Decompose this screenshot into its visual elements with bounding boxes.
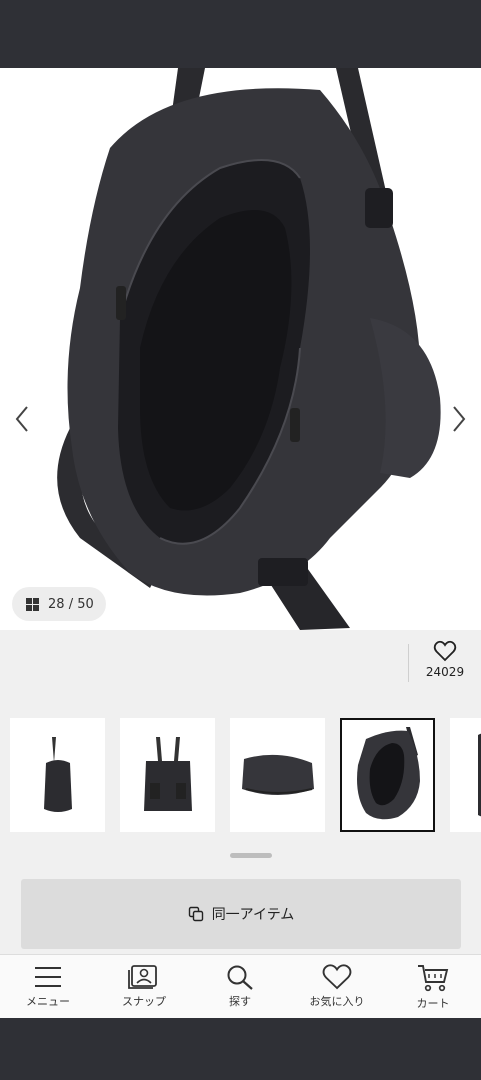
tab-menu[interactable]: メニュー — [3, 964, 93, 1009]
thumbnail-image — [241, 754, 314, 795]
tab-label: お気に入り — [309, 995, 365, 1008]
chevron-right-icon — [453, 406, 466, 432]
previous-image-button[interactable] — [8, 402, 36, 436]
thumbnail-strip[interactable] — [10, 718, 481, 832]
product-image-gallery[interactable]: 28 / 50 — [0, 68, 481, 630]
thumbnail-item[interactable] — [10, 718, 105, 832]
drag-handle[interactable] — [230, 853, 272, 858]
favorite-count: 24029 — [425, 665, 465, 679]
heart-icon — [322, 964, 352, 990]
image-counter-button[interactable]: 28 / 50 — [12, 587, 106, 621]
product-image — [57, 68, 441, 630]
thumbnail-image — [43, 737, 72, 812]
same-item-button[interactable]: 同一アイテム — [21, 879, 461, 949]
next-image-button[interactable] — [445, 402, 473, 436]
image-counter-separator: / — [68, 596, 74, 612]
tab-search[interactable]: 探す — [195, 964, 285, 1009]
image-counter-total: 50 — [77, 596, 94, 612]
thumbnail-item[interactable] — [450, 718, 481, 832]
tab-favorites[interactable]: お気に入り — [292, 964, 382, 1009]
heart-icon — [433, 640, 457, 662]
thumbnail-image — [143, 737, 192, 811]
thumbnail-item[interactable] — [120, 718, 215, 832]
grid-icon — [26, 597, 39, 611]
product-info-row: 24029 — [0, 630, 481, 710]
image-counter: 28 / 50 — [48, 597, 94, 612]
thumbnail-image — [477, 733, 481, 817]
divider — [408, 644, 409, 682]
search-icon — [227, 965, 253, 990]
snap-icon — [128, 965, 157, 989]
bottom-tab-bar: メニュー スナップ 探す お気に入り カート — [0, 954, 481, 1018]
tab-label: スナップ — [122, 995, 166, 1008]
thumbnail-item[interactable] — [230, 718, 325, 832]
thumbnail-item-selected[interactable] — [340, 718, 435, 832]
thumbnail-image — [356, 727, 420, 820]
tab-cart[interactable]: カート — [388, 964, 478, 1011]
tab-label: メニュー — [26, 995, 70, 1008]
menu-icon — [35, 967, 61, 987]
copy-icon — [188, 906, 203, 922]
cart-icon — [418, 965, 449, 992]
favorite-button[interactable]: 24029 — [420, 640, 470, 679]
chevron-left-icon — [15, 406, 28, 432]
tab-snap[interactable]: スナップ — [99, 964, 189, 1009]
system-navigation-bar — [0, 1018, 481, 1080]
tab-label: 探す — [229, 995, 251, 1008]
tab-label: カート — [416, 997, 450, 1010]
status-bar — [0, 0, 481, 68]
same-item-label: 同一アイテム — [211, 907, 295, 923]
image-counter-current: 28 — [48, 596, 65, 612]
